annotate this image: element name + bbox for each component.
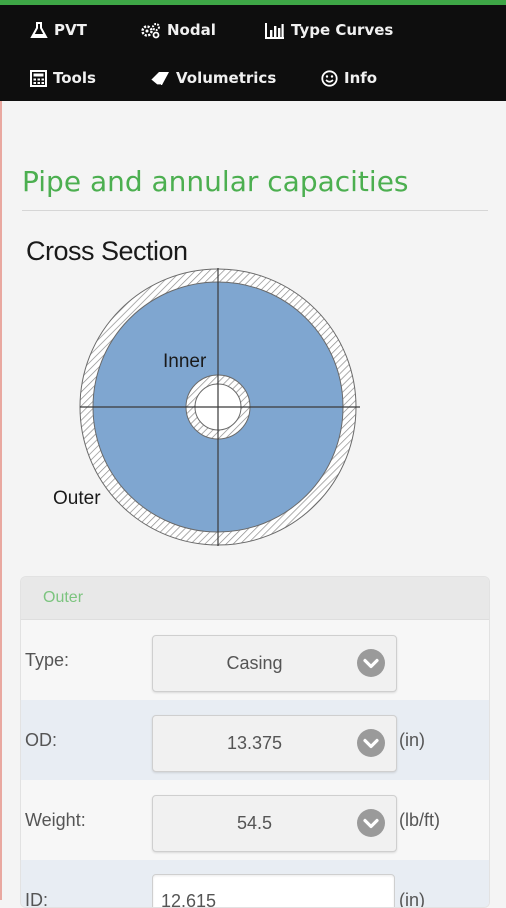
- id-unit: (in): [399, 890, 425, 908]
- chevron-down-icon: [357, 729, 385, 757]
- nav-label-info: Info: [344, 69, 378, 87]
- flask-icon: [30, 21, 48, 39]
- nav-label-volumetrics: Volumetrics: [176, 69, 277, 87]
- nav-label-tools: Tools: [53, 69, 96, 87]
- type-select[interactable]: Casing: [152, 635, 397, 692]
- title-divider: [22, 210, 488, 211]
- chevron-down-icon: [357, 809, 385, 837]
- nav-item-tools[interactable]: Tools: [30, 69, 96, 87]
- id-row: ID: (in): [21, 860, 489, 908]
- left-edge-line: [0, 101, 2, 900]
- outer-panel: Outer Type: Casing OD: 13.375 (in) Weigh…: [20, 576, 490, 908]
- weight-select[interactable]: 54.5: [152, 795, 397, 852]
- nav-label-nodal: Nodal: [167, 21, 216, 39]
- outer-label: Outer: [53, 488, 101, 509]
- weight-label: Weight:: [25, 810, 86, 830]
- type-select-value: Casing: [226, 653, 283, 673]
- weight-unit: (lb/ft): [399, 810, 441, 830]
- weight-row: Weight: 54.5 (lb/ft): [21, 780, 489, 860]
- weight-select-value: 54.5: [236, 813, 273, 833]
- od-label: OD:: [25, 730, 58, 750]
- page-title: Pipe and annular capacities: [22, 165, 409, 198]
- nav-item-nodal[interactable]: Nodal: [141, 21, 216, 39]
- id-input[interactable]: [152, 874, 395, 907]
- od-select[interactable]: 13.375: [152, 715, 397, 772]
- nav-item-pvt[interactable]: PVT: [30, 21, 87, 39]
- type-row: Type: Casing: [21, 620, 489, 700]
- chevron-down-icon: [357, 649, 385, 677]
- cross-section-diagram: [48, 262, 388, 567]
- od-row: OD: 13.375 (in): [21, 700, 489, 780]
- nav-item-volumetrics[interactable]: Volumetrics: [150, 69, 276, 87]
- id-label: ID:: [25, 890, 49, 908]
- calculator-icon: [30, 69, 47, 87]
- main-navbar: PVT Nodal Type Curves Tools Volumetrics …: [0, 5, 506, 101]
- od-select-value: 13.375: [226, 733, 283, 753]
- nav-item-type-curves[interactable]: Type Curves: [265, 21, 393, 39]
- nav-label-type-curves: Type Curves: [291, 21, 394, 39]
- outer-panel-heading: Outer: [21, 577, 489, 620]
- eraser-icon: [150, 71, 170, 86]
- smiley-icon: [321, 69, 338, 87]
- bar-chart-icon: [265, 22, 285, 39]
- type-label: Type:: [25, 650, 70, 670]
- inner-label: Inner: [163, 351, 207, 372]
- od-unit: (in): [399, 730, 425, 750]
- gears-icon: [141, 22, 161, 39]
- nav-item-info[interactable]: Info: [321, 69, 377, 87]
- nav-label-pvt: PVT: [54, 21, 87, 39]
